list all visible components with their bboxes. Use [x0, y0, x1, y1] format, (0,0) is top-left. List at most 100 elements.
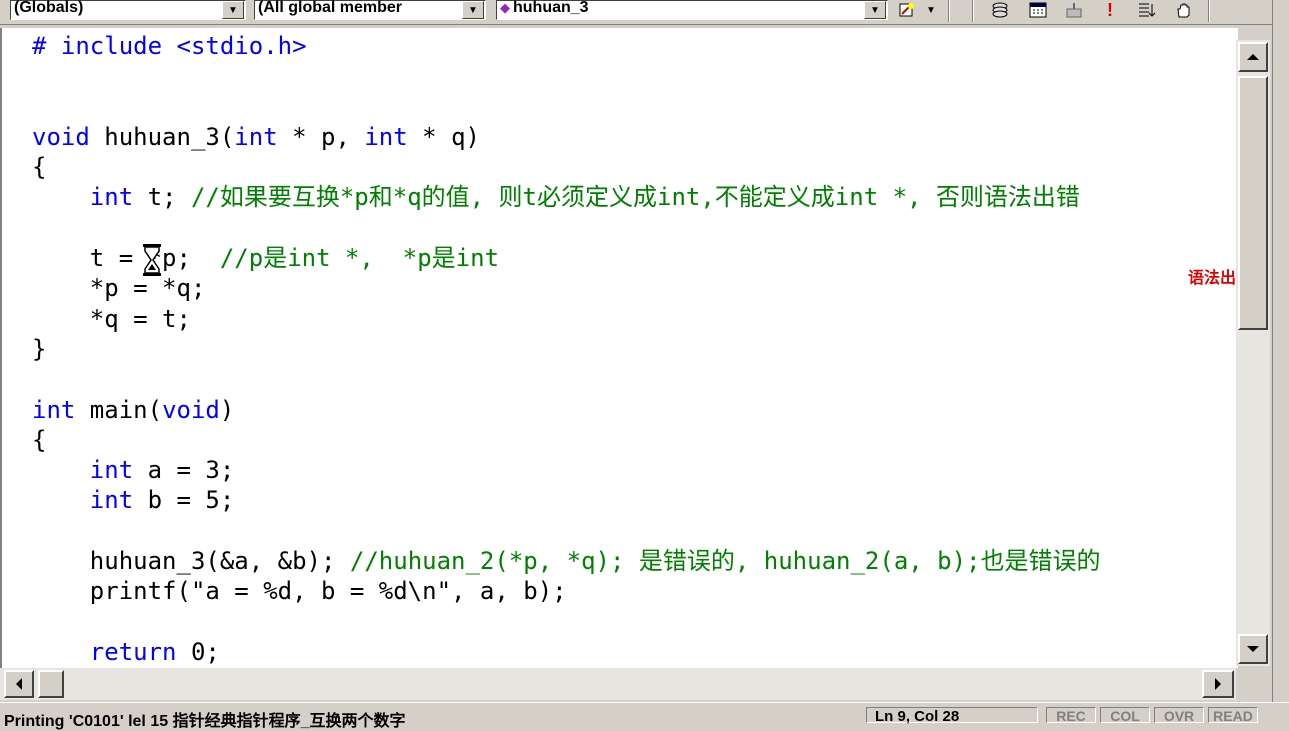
- code-line[interactable]: t = *p; //p是int *, *p是int: [32, 243, 1101, 273]
- arrow-right-icon: [1215, 678, 1221, 690]
- scope-combo-value: (Globals): [14, 0, 84, 16]
- code-keyword: int: [89, 486, 134, 515]
- code-keyword: return: [89, 637, 177, 666]
- code-keyword: int: [89, 183, 134, 212]
- code-comment: //p是int *, *p是int: [219, 244, 500, 273]
- cursor-position: Ln 9, Col 28: [866, 707, 1038, 725]
- function-combo-value: huhuan_3: [513, 0, 589, 16]
- members-combo-value: (All global member: [258, 0, 403, 16]
- code-text: huhuan_3(&a, &b);: [32, 547, 350, 576]
- code-keyword: void: [162, 395, 220, 424]
- source-code[interactable]: # include <stdio.h> void huhuan_3(int * p…: [32, 31, 1101, 667]
- wizard-dropdown-arrow-icon[interactable]: ▼: [922, 0, 940, 20]
- overflow-comment-note: 语法出错: [1188, 270, 1238, 287]
- arrow-left-icon: [16, 678, 22, 690]
- code-line[interactable]: void huhuan_3(int * p, int * q): [32, 122, 1101, 152]
- code-line[interactable]: [32, 92, 1101, 122]
- code-keyword: int: [364, 122, 408, 151]
- status-bar: Printing 'C0101' lel 15 指针经典指针程序_互换两个数字 …: [0, 702, 1289, 730]
- arrow-up-icon: [1247, 54, 1259, 60]
- stack-icon[interactable]: [988, 0, 1012, 20]
- code-comment: //如果要互换*p和*q的值, 则t必须定义成int,不能定义成int *, 否…: [190, 183, 1080, 212]
- code-text: t = *p;: [32, 244, 220, 273]
- status-message: Printing 'C0101' lel 15 指针经典指针程序_互换两个数字: [4, 713, 406, 730]
- code-text: b = 5;: [133, 486, 235, 515]
- wizard-bar-icon[interactable]: [896, 0, 920, 20]
- vertical-scroll-thumb[interactable]: [1238, 76, 1268, 330]
- code-text: printf("a = %d, b = %d\n", a, b);: [32, 577, 567, 606]
- indicator-rec: REC: [1046, 707, 1096, 724]
- code-text: * p,: [277, 122, 365, 151]
- hourglass-cursor-icon: [143, 244, 161, 276]
- step-icon[interactable]: [1134, 0, 1158, 20]
- code-text: main(: [75, 395, 163, 424]
- code-text: huhuan_3(: [89, 122, 235, 151]
- code-text: }: [32, 334, 47, 363]
- editor-gutter[interactable]: [2, 28, 24, 668]
- code-line[interactable]: [32, 607, 1101, 637]
- code-line[interactable]: int b = 5;: [32, 485, 1101, 515]
- indicator-ovr: OVR: [1154, 707, 1204, 724]
- members-dropdown-arrow-icon[interactable]: ▼: [462, 1, 484, 19]
- scroll-down-button[interactable]: [1238, 634, 1268, 664]
- code-text: *p = *q;: [32, 274, 206, 303]
- code-line[interactable]: int main(void): [32, 395, 1101, 425]
- code-line[interactable]: [32, 213, 1101, 243]
- code-line[interactable]: {: [32, 425, 1101, 455]
- code-line[interactable]: printf("a = %d, b = %d\n", a, b);: [32, 576, 1101, 606]
- code-text: ): [219, 395, 235, 424]
- code-line[interactable]: int t; //如果要互换*p和*q的值, 则t必须定义成int,不能定义成i…: [32, 182, 1101, 212]
- function-icon: ◆: [500, 0, 510, 15]
- horizontal-scroll-thumb[interactable]: [38, 670, 64, 698]
- code-line[interactable]: {: [32, 152, 1101, 182]
- toolbar-separator: [1208, 0, 1210, 22]
- horizontal-scrollbar[interactable]: [0, 668, 1236, 700]
- scroll-right-button[interactable]: [1202, 670, 1234, 698]
- code-keyword: int: [234, 122, 278, 151]
- execute-icon[interactable]: !: [1098, 0, 1122, 20]
- code-keyword: int: [32, 395, 76, 424]
- code-line[interactable]: [32, 61, 1101, 91]
- toolbar-separator: [972, 0, 974, 22]
- code-text: a = 3;: [133, 456, 235, 485]
- function-dropdown-arrow-icon[interactable]: ▼: [864, 1, 886, 19]
- code-text: 0;: [176, 637, 220, 666]
- code-keyword: int: [89, 456, 134, 485]
- wizard-bar: (Globals) ▼ (All global member ▼ ◆ huhuan…: [0, 0, 1289, 25]
- scope-dropdown-arrow-icon[interactable]: ▼: [222, 1, 244, 19]
- scroll-up-button[interactable]: [1238, 42, 1268, 72]
- code-line[interactable]: [32, 516, 1101, 546]
- code-line[interactable]: [32, 364, 1101, 394]
- code-line[interactable]: # include <stdio.h>: [32, 31, 1101, 61]
- members-combo[interactable]: (All global member ▼: [254, 0, 486, 20]
- code-text: t;: [133, 183, 191, 212]
- code-line[interactable]: int a = 3;: [32, 455, 1101, 485]
- code-line[interactable]: *p = *q;: [32, 273, 1101, 303]
- calendar-icon[interactable]: [1026, 0, 1050, 20]
- scope-combo[interactable]: (Globals) ▼: [10, 0, 246, 20]
- indicator-read: READ: [1208, 707, 1258, 724]
- window-frame-edge: [1272, 0, 1289, 720]
- code-text: {: [32, 425, 47, 454]
- build-icon[interactable]: [1062, 0, 1086, 20]
- code-comment: //huhuan_2(*p, *q); 是错误的, huhuan_2(a, b)…: [349, 547, 1101, 576]
- vertical-scrollbar[interactable]: [1236, 40, 1270, 666]
- scroll-left-button[interactable]: [4, 670, 34, 698]
- code-line[interactable]: *q = t;: [32, 304, 1101, 334]
- code-line[interactable]: return 0;: [32, 637, 1101, 667]
- code-line[interactable]: }: [32, 334, 1101, 364]
- function-combo[interactable]: ◆ huhuan_3 ▼: [496, 0, 888, 20]
- hand-icon[interactable]: [1172, 0, 1196, 20]
- code-line[interactable]: huhuan_3(&a, &b); //huhuan_2(*p, *q); 是错…: [32, 546, 1101, 576]
- arrow-down-icon: [1247, 646, 1259, 652]
- code-keyword: # include <stdio.h>: [32, 32, 307, 60]
- code-editor[interactable]: # include <stdio.h> void huhuan_3(int * p…: [0, 28, 1238, 668]
- code-text: * q): [407, 122, 480, 151]
- code-text: *q = t;: [32, 304, 191, 333]
- code-text: {: [32, 153, 47, 182]
- code-keyword: void: [32, 122, 90, 151]
